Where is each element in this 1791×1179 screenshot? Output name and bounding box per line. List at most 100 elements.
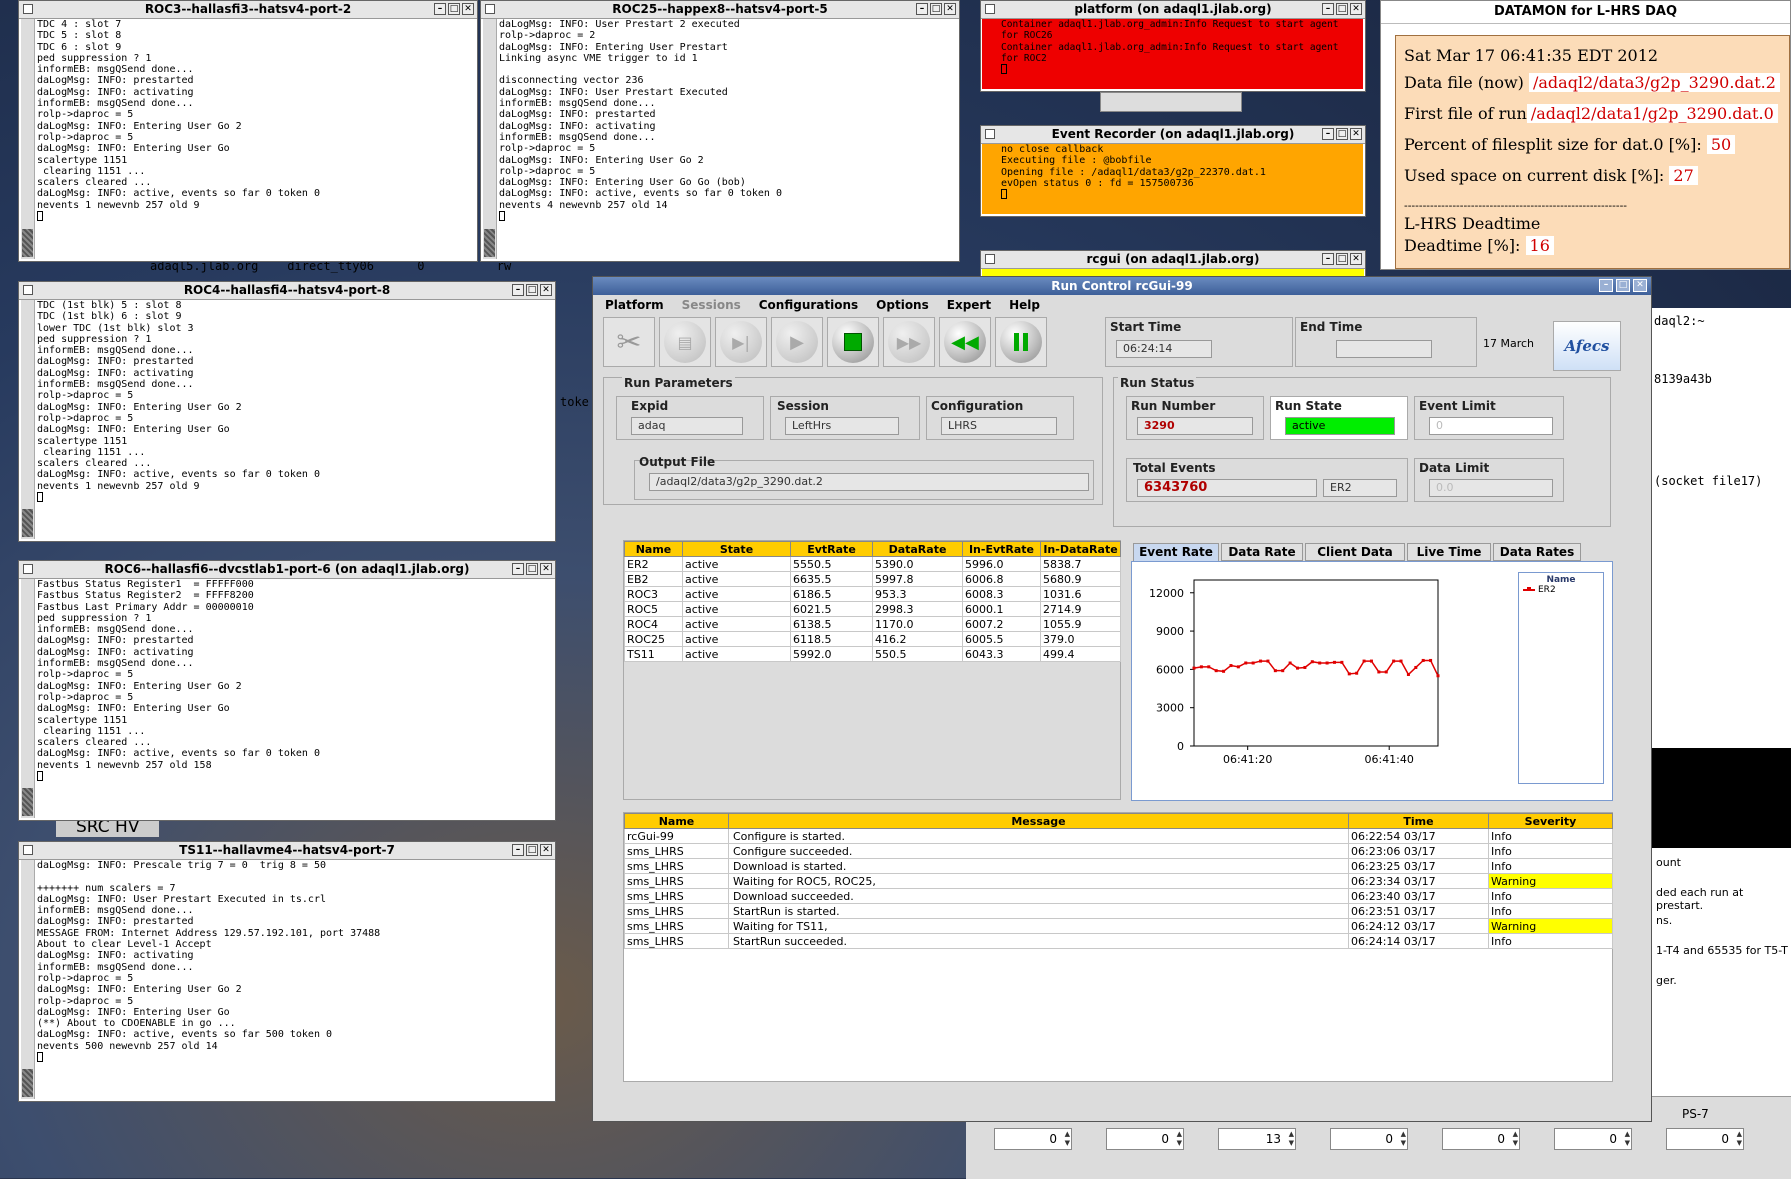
minimize-icon[interactable]: – — [434, 3, 446, 15]
close-icon[interactable]: ✕ — [1633, 279, 1647, 292]
column-header[interactable]: Severity — [1488, 813, 1613, 829]
close-icon[interactable]: ✕ — [462, 3, 474, 15]
table-row[interactable]: EB2 active 6635.5 5997.8 6006.8 5680.9 — [624, 571, 1121, 587]
message-row[interactable]: sms_LHRS Configure succeeded. 06:23:06 03/… — [624, 843, 1613, 859]
window-menu-icon[interactable] — [23, 564, 33, 574]
maximize-icon[interactable]: □ — [930, 3, 942, 15]
table-row[interactable]: ROC5 active 6021.5 2998.3 6000.1 2714.9 — [624, 601, 1121, 617]
column-header[interactable]: Time — [1348, 813, 1489, 829]
minimize-icon[interactable]: – — [512, 284, 524, 296]
reset-button[interactable]: ◀◀ — [939, 317, 991, 367]
close-icon[interactable]: ✕ — [1350, 3, 1362, 15]
message-row[interactable]: sms_LHRS Waiting for TS11, 06:24:12 03/17 W… — [624, 918, 1613, 934]
tab-live-time[interactable]: Live Time — [1407, 543, 1491, 561]
table-row[interactable]: ER2 active 5550.5 5390.0 5996.0 5838.7 — [624, 556, 1121, 572]
pause-button[interactable] — [995, 317, 1047, 367]
message-row[interactable]: sms_LHRS Download is started. 06:23:25 03/… — [624, 858, 1613, 874]
scrollbar[interactable] — [21, 860, 35, 1099]
prescale-spinner[interactable]: 0 — [1554, 1128, 1632, 1150]
scrollbar-thumb[interactable] — [484, 229, 495, 257]
column-header[interactable]: In-EvtRate — [962, 541, 1041, 557]
close-icon[interactable]: ✕ — [1350, 253, 1362, 265]
maximize-icon[interactable]: □ — [1336, 128, 1348, 140]
table-row[interactable]: ROC4 active 6138.5 1170.0 6007.2 1055.9 — [624, 616, 1121, 632]
menu-platform[interactable]: Platform — [605, 295, 664, 315]
message-row[interactable]: rcGui-99 Configure is started. 06:22:54 03… — [624, 828, 1613, 844]
prescale-spinner[interactable]: 0 — [1330, 1128, 1408, 1150]
scrollbar[interactable] — [21, 579, 35, 818]
window-menu-icon[interactable] — [985, 129, 995, 139]
column-header[interactable]: EvtRate — [790, 541, 873, 557]
close-icon[interactable]: ✕ — [540, 284, 552, 296]
window-titlebar[interactable]: ROC4--hallasfi4--hatsv4-port-8 – □ ✕ — [19, 282, 555, 300]
window-titlebar[interactable]: Event Recorder (on adaql1.jlab.org) – □ ✕ — [981, 126, 1365, 144]
tab-event-rate[interactable]: Event Rate — [1133, 543, 1219, 561]
column-header[interactable]: In-DataRate — [1040, 541, 1121, 557]
minimize-icon[interactable]: – — [1322, 253, 1334, 265]
scrollbar[interactable] — [483, 19, 497, 259]
window-titlebar[interactable]: TS11--hallavme4--hatsv4-port-7 – □ ✕ — [19, 842, 555, 860]
window-menu-icon[interactable] — [23, 4, 33, 14]
minimize-icon[interactable]: – — [512, 844, 524, 856]
message-row[interactable]: sms_LHRS StartRun is started. 06:23:51 03/… — [624, 903, 1613, 919]
column-header[interactable]: State — [682, 541, 791, 557]
menu-options[interactable]: Options — [876, 295, 929, 315]
prescale-spinner[interactable]: 0 — [994, 1128, 1072, 1150]
scrollbar[interactable] — [21, 300, 35, 539]
window-titlebar[interactable]: ROC3--hallasfi3--hatsv4-port-2 – □ ✕ — [19, 1, 477, 19]
column-header[interactable]: Name — [624, 813, 729, 829]
tab-data-rates[interactable]: Data Rates — [1493, 543, 1581, 561]
scrollbar[interactable] — [21, 19, 35, 259]
minimize-icon[interactable]: – — [512, 563, 524, 575]
column-header[interactable]: Message — [728, 813, 1349, 829]
close-icon[interactable]: ✕ — [1350, 128, 1362, 140]
window-menu-icon[interactable] — [985, 254, 995, 264]
window-menu-icon[interactable] — [485, 4, 495, 14]
window-menu-icon[interactable] — [23, 845, 33, 855]
window-titlebar[interactable]: rcgui (on adaql1.jlab.org) – □ ✕ — [981, 251, 1365, 269]
menu-sessions[interactable]: Sessions — [682, 295, 741, 315]
configure-button[interactable]: ▤ — [659, 317, 711, 367]
scrollbar-thumb[interactable] — [22, 509, 33, 537]
window-titlebar[interactable]: ROC25--happex8--hatsv4-port-5 – □ ✕ — [481, 1, 959, 19]
message-row[interactable]: sms_LHRS Download succeeded. 06:23:40 03/1… — [624, 888, 1613, 904]
window-menu-icon[interactable] — [985, 4, 995, 14]
minimize-icon[interactable]: – — [1599, 279, 1613, 292]
maximize-icon[interactable]: □ — [448, 3, 460, 15]
menu-help[interactable]: Help — [1009, 295, 1040, 315]
prescale-spinner[interactable]: 0 — [1666, 1128, 1744, 1150]
table-row[interactable]: ROC3 active 6186.5 953.3 6008.3 1031.6 — [624, 586, 1121, 602]
prescale-spinner[interactable]: 0 — [1106, 1128, 1184, 1150]
prescale-spinner[interactable]: 13 — [1218, 1128, 1296, 1150]
column-header[interactable]: Name — [624, 541, 683, 557]
maximize-icon[interactable]: □ — [526, 844, 538, 856]
scrollbar-thumb[interactable] — [22, 788, 33, 816]
maximize-icon[interactable]: □ — [1616, 279, 1630, 292]
window-titlebar[interactable]: platform (on adaql1.jlab.org) – □ ✕ — [981, 1, 1365, 19]
minimize-icon[interactable]: – — [1322, 3, 1334, 15]
column-header[interactable]: DataRate — [872, 541, 963, 557]
maximize-icon[interactable]: □ — [526, 284, 538, 296]
data-limit-field[interactable]: 0.0 — [1429, 479, 1553, 497]
minimize-icon[interactable]: – — [1322, 128, 1334, 140]
close-icon[interactable]: ✕ — [540, 563, 552, 575]
message-row[interactable]: sms_LHRS StartRun succeeded. 06:24:14 03/1… — [624, 933, 1613, 949]
scrollbar-thumb[interactable] — [22, 229, 33, 257]
maximize-icon[interactable]: □ — [1336, 253, 1348, 265]
connect-button[interactable]: ✂ — [603, 317, 655, 367]
end-button[interactable] — [827, 317, 879, 367]
minimize-icon[interactable]: – — [916, 3, 928, 15]
prestart-button[interactable]: ▶ — [771, 317, 823, 367]
go-button[interactable]: ▶▶ — [883, 317, 935, 367]
table-row[interactable]: TS11 active 5992.0 550.5 6043.3 499.4 — [624, 646, 1121, 662]
window-menu-icon[interactable] — [23, 285, 33, 295]
window-titlebar[interactable]: Run Control rcGui-99 – □ ✕ — [593, 277, 1651, 295]
maximize-icon[interactable]: □ — [526, 563, 538, 575]
download-button[interactable]: ▶| — [715, 317, 767, 367]
menu-configurations[interactable]: Configurations — [759, 295, 858, 315]
event-limit-field[interactable]: 0 — [1429, 417, 1553, 435]
tab-client-data[interactable]: Client Data — [1305, 543, 1405, 561]
scrollbar-thumb[interactable] — [22, 1069, 33, 1097]
close-icon[interactable]: ✕ — [540, 844, 552, 856]
table-row[interactable]: ROC25 active 6118.5 416.2 6005.5 379.0 — [624, 631, 1121, 647]
